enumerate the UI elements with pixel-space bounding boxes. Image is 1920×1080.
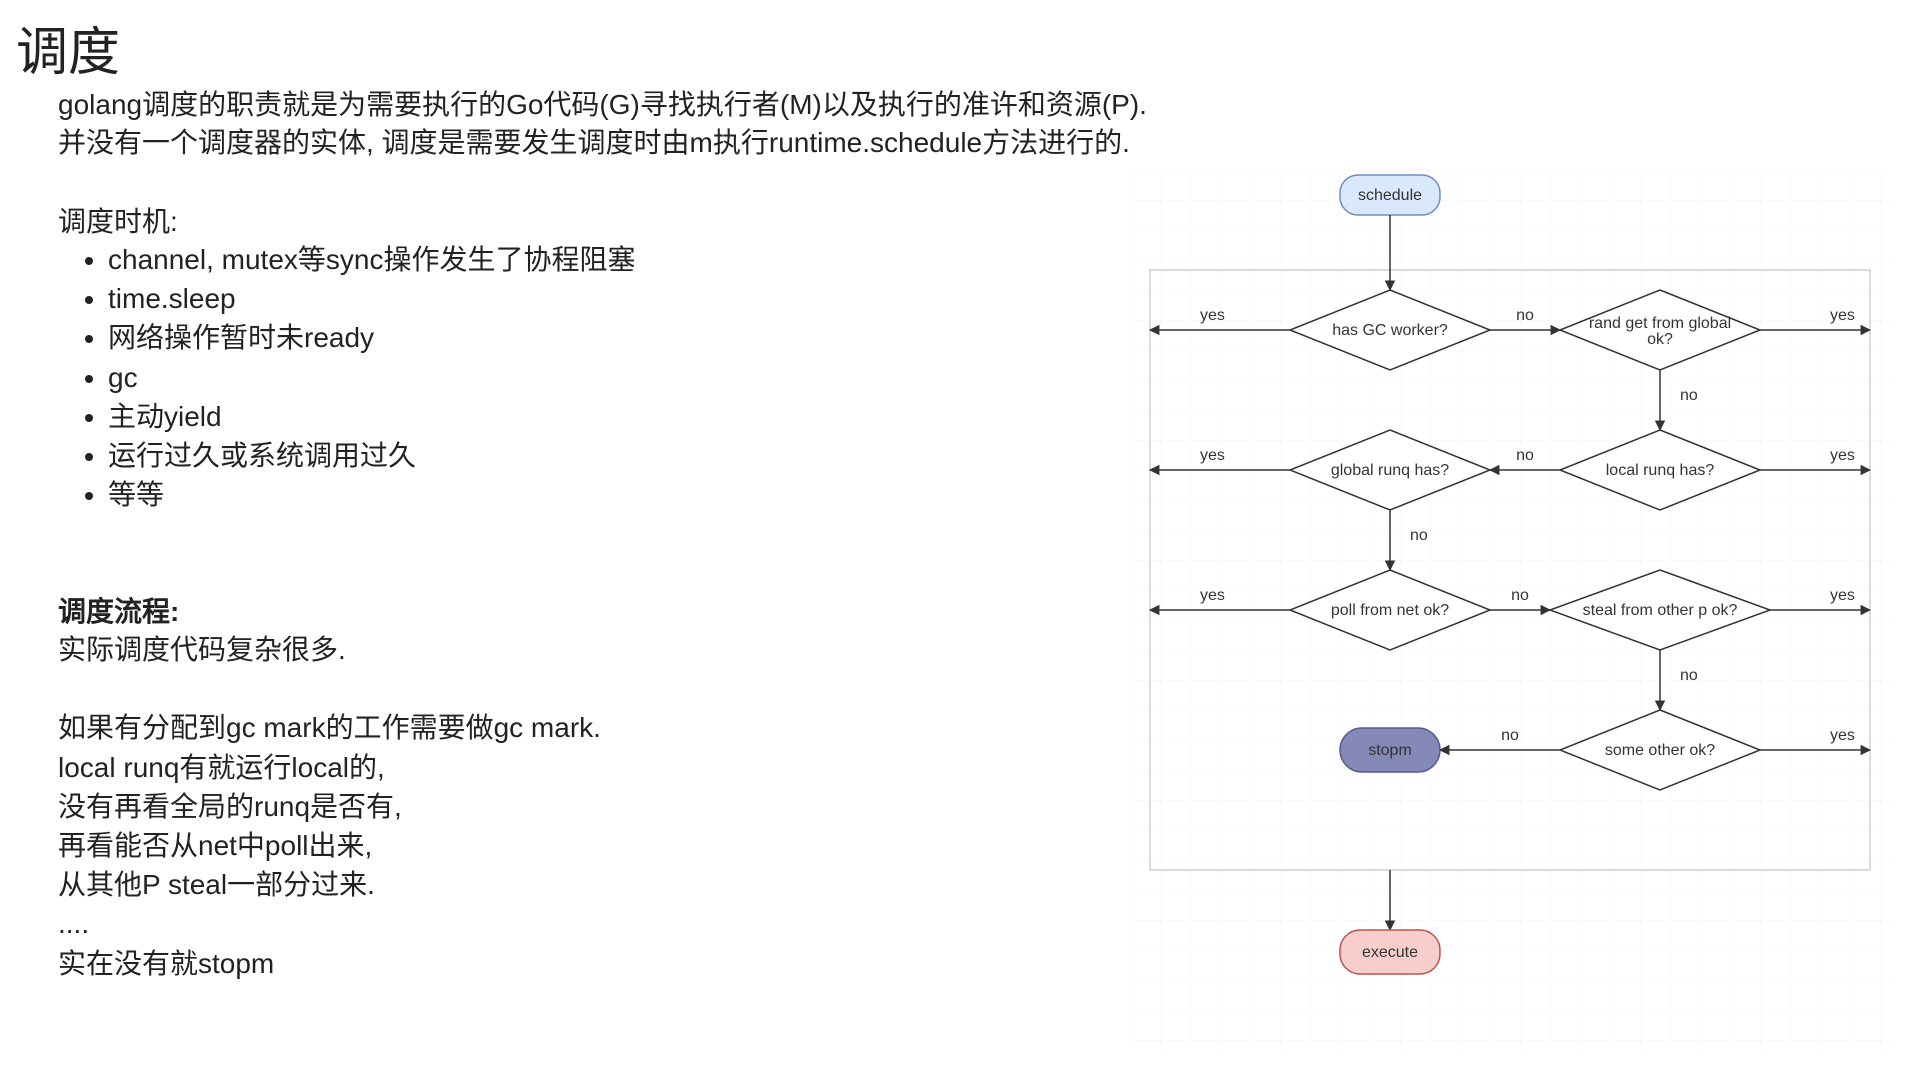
schedule-label: schedule: [1358, 187, 1422, 204]
edge-label-yes: yes: [1830, 307, 1855, 324]
bullet-item: 网络操作暂时未ready: [108, 318, 635, 357]
edge-label-yes: yes: [1830, 587, 1855, 604]
timing-bullets: channel, mutex等sync操作发生了协程阻塞 time.sleep …: [78, 240, 635, 514]
local-runq-label: local runq has?: [1606, 462, 1715, 479]
bullet-item: gc: [108, 358, 635, 397]
edge-label-no: no: [1680, 667, 1698, 684]
edge-label-no: no: [1501, 727, 1519, 744]
edge-label-yes: yes: [1830, 447, 1855, 464]
edge-label-no: no: [1680, 387, 1698, 404]
bullet-item: time.sleep: [108, 279, 635, 318]
edge-label-no: no: [1410, 527, 1428, 544]
timing-title: 调度时机:: [58, 200, 178, 240]
flowchart-diagram: schedule has GC worker? rand get from gl…: [1130, 170, 1890, 1050]
gc-worker-label: has GC worker?: [1332, 322, 1448, 339]
edge-label-yes: yes: [1200, 447, 1225, 464]
steal-label: steal from other p ok?: [1583, 602, 1738, 619]
intro-text: golang调度的职责就是为需要执行的Go代码(G)寻找执行者(M)以及执行的准…: [58, 86, 1147, 162]
flow-title: 调度流程:: [58, 590, 179, 630]
edge-label-no: no: [1511, 587, 1529, 604]
stopm-label: stopm: [1368, 742, 1412, 759]
rand-global-label-1: rand get from global: [1589, 315, 1731, 332]
rand-global-label-2: ok?: [1647, 331, 1673, 348]
some-other-label: some other ok?: [1605, 742, 1715, 759]
edge-label-yes: yes: [1200, 307, 1225, 324]
bullet-item: 等等: [108, 475, 635, 514]
edge-label-no: no: [1516, 447, 1534, 464]
edge-label-no: no: [1516, 307, 1534, 324]
flow-body: 实际调度代码复杂很多. 如果有分配到gc mark的工作需要做gc mark. …: [58, 630, 601, 983]
bullet-item: channel, mutex等sync操作发生了协程阻塞: [108, 240, 635, 279]
intro-line-1: golang调度的职责就是为需要执行的Go代码(G)寻找执行者(M)以及执行的准…: [58, 86, 1147, 124]
edge-label-yes: yes: [1830, 727, 1855, 744]
execute-label: execute: [1362, 944, 1418, 961]
global-runq-label: global runq has?: [1331, 462, 1449, 479]
bullet-item: 运行过久或系统调用过久: [108, 436, 635, 475]
poll-net-label: poll from net ok?: [1331, 602, 1449, 619]
bullet-item: 主动yield: [108, 397, 635, 436]
edge-label-yes: yes: [1200, 587, 1225, 604]
intro-line-2: 并没有一个调度器的实体, 调度是需要发生调度时由m执行runtime.sched…: [58, 124, 1147, 162]
page-title: 调度: [16, 10, 120, 85]
